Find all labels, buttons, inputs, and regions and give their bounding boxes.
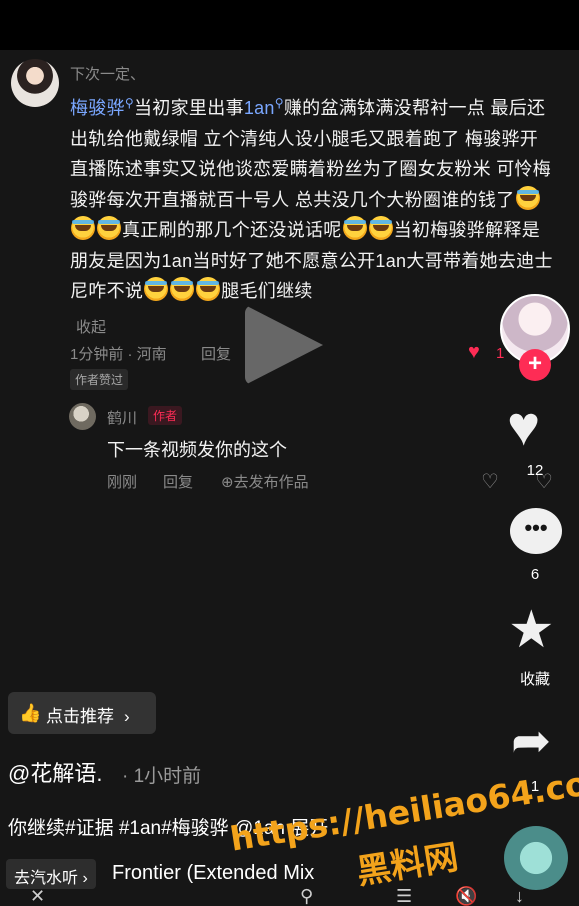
post-time: · 1小时前 [122, 766, 202, 787]
search-icon: ⚲ [274, 96, 284, 110]
recommend-button[interactable]: 👍 点击推荐 › [8, 692, 156, 734]
comment-text: 梅骏骅⚲当初家里出事1an⚲赚的盆满钵满没帮衬一点 最后还出轨给他戴绿帽 立个清… [70, 88, 556, 307]
search-icon: ⚲ [124, 96, 134, 110]
download-icon[interactable]: ↓ [515, 886, 524, 906]
reply-like-heart-icon[interactable]: ♡ [481, 469, 499, 494]
play-icon[interactable] [245, 305, 323, 385]
publish-work-button[interactable]: ⊕去发布作品 [221, 471, 309, 492]
recommend-label: 点击推荐 [46, 707, 114, 726]
laugh-cry-emoji-icon [342, 216, 367, 240]
reply-button[interactable]: 回复 [201, 343, 231, 364]
menu-icon[interactable]: ☰ [396, 886, 412, 906]
reply-time: 刚刚 [107, 474, 138, 491]
laugh-cry-emoji-icon [71, 216, 95, 240]
laugh-cry-emoji-icon [144, 277, 169, 301]
comment-meta: 1分钟前 · 河南 [70, 346, 167, 363]
like-count: 12 [526, 462, 544, 479]
listen-on-qishui-button[interactable]: 去汽水听 › [6, 859, 96, 889]
search-icon[interactable]: ⚲ [300, 886, 313, 906]
chevron-right-icon: › [124, 707, 130, 726]
thumbs-up-icon: 👍 [19, 703, 42, 723]
video-author[interactable]: @花解语. [8, 756, 102, 788]
like-heart-icon[interactable]: ♥ [507, 398, 540, 454]
reply-username[interactable]: 鹤川 [107, 407, 137, 428]
reply-text: 下一条视频发你的这个 [107, 440, 287, 460]
favorite-label: 收藏 [519, 671, 550, 688]
laugh-cry-emoji-icon [515, 185, 540, 210]
mute-icon[interactable]: 🔇 [455, 886, 477, 906]
collapse-button[interactable]: 收起 [76, 316, 106, 337]
laugh-cry-emoji-icon [97, 216, 121, 240]
comment-like-count: 1 [496, 345, 505, 362]
laugh-cry-emoji-icon [196, 277, 221, 301]
share-arrow-icon[interactable]: ➦ [511, 718, 551, 766]
commenter-username[interactable]: 下次一定、 [70, 63, 145, 84]
comment-count: 6 [530, 566, 540, 583]
mention-link[interactable]: 梅骏骅 [70, 98, 125, 118]
music-disc[interactable] [504, 826, 568, 890]
comment-segment: 真正刷的那几个还没说话呢 [122, 220, 342, 240]
reply-reply-button[interactable]: 回复 [163, 471, 193, 492]
music-title[interactable]: Frontier (Extended Mix [112, 862, 314, 885]
laugh-cry-emoji-icon [170, 277, 195, 301]
follow-plus-icon[interactable]: + [519, 349, 551, 381]
comment-segment: 当初家里出事 [134, 98, 244, 118]
comment-bubble-icon[interactable]: ••• [510, 508, 562, 554]
commenter-avatar[interactable] [11, 59, 59, 107]
star-icon[interactable]: ★ [508, 604, 555, 656]
comment-like-heart-icon[interactable]: ♥ [468, 341, 480, 364]
close-icon[interactable]: ✕ [30, 886, 45, 906]
comment-segment: 腿毛们继续 [221, 281, 313, 301]
reply-avatar[interactable] [69, 403, 96, 430]
laugh-cry-emoji-icon [368, 216, 393, 240]
bottom-toolbar: ✕ ⚲ ☰ 🔇 ↓ [0, 886, 579, 906]
author-badge: 作者 [148, 406, 183, 425]
status-area [0, 0, 579, 50]
mention-link[interactable]: 1an [244, 98, 275, 118]
author-liked-badge: 作者赞过 [70, 369, 129, 390]
